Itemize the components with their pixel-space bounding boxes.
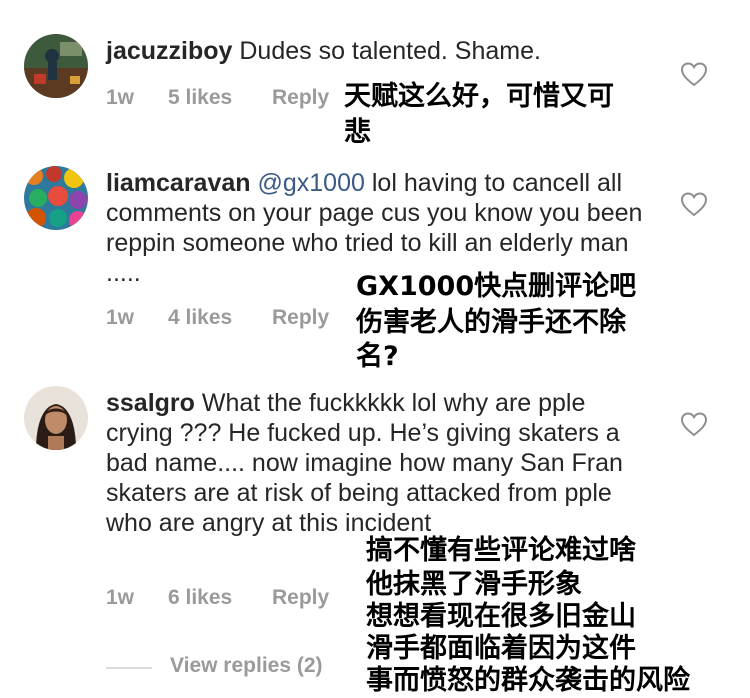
view-replies-divider xyxy=(106,667,152,669)
comment-time: 1w xyxy=(106,86,135,109)
view-replies-button[interactable]: View replies (2) xyxy=(170,654,323,678)
annotation-line: 名? xyxy=(356,341,399,372)
annotation-line: 伤害老人的滑手还不除 xyxy=(356,307,626,338)
avatar[interactable] xyxy=(24,386,88,450)
annotation-line: 搞不懂有些评论难过啥 xyxy=(366,535,636,566)
annotation-line: 天赋这么好，可惜又可 xyxy=(344,81,614,112)
annotation-line: 他抹黑了滑手形象 xyxy=(366,569,582,600)
comment-likes[interactable]: 5 likes xyxy=(168,86,232,110)
heart-outline-icon[interactable] xyxy=(680,191,708,217)
avatar[interactable] xyxy=(24,34,88,98)
comment-time: 1w xyxy=(106,306,135,329)
comment-username[interactable]: jacuzziboy xyxy=(106,37,232,65)
reply-button[interactable]: Reply xyxy=(272,586,329,610)
annotation-line: 悲 xyxy=(344,117,371,148)
avatar[interactable] xyxy=(24,166,88,230)
heart-outline-icon[interactable] xyxy=(680,61,708,87)
annotation-line: 滑手都面临着因为这件 xyxy=(366,633,636,664)
comment-text: jacuzziboy Dudes so talented. Shame. xyxy=(106,36,646,66)
comment-body: Dudes so talented. Shame. xyxy=(239,37,541,65)
reply-button[interactable]: Reply xyxy=(272,306,329,330)
comment-time: 1w xyxy=(106,586,135,609)
comment-text: ssalgro What the fuckkkkk lol why are pp… xyxy=(106,388,646,538)
mention-link[interactable]: @gx1000 xyxy=(258,169,365,197)
comment-likes[interactable]: 6 likes xyxy=(168,586,232,610)
annotation-line: 想想看现在很多旧金山 xyxy=(366,601,636,632)
comment-username[interactable]: liamcaravan xyxy=(106,169,251,197)
annotation-line: GX1000快点删评论吧 xyxy=(356,271,637,302)
reply-button[interactable]: Reply xyxy=(272,86,329,110)
comment-username[interactable]: ssalgro xyxy=(106,389,195,417)
comment-likes[interactable]: 4 likes xyxy=(168,306,232,330)
heart-outline-icon[interactable] xyxy=(680,411,708,437)
annotation-line: 事而愤怒的群众袭击的风险 xyxy=(366,665,690,696)
